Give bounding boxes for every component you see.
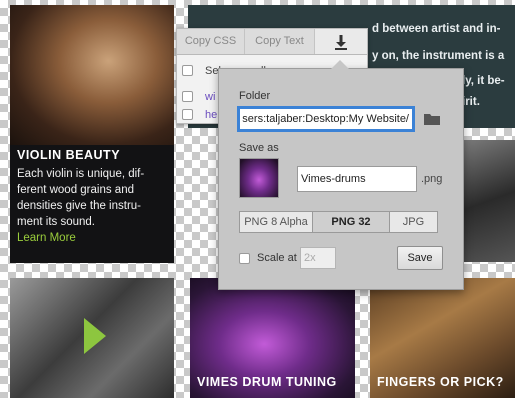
filename-field[interactable]: Vimes-drums [297,166,417,192]
drum-tuning-tile[interactable]: VIMES DRUM TUNING [190,278,355,398]
scale-label: Scale at [257,252,297,264]
violin-tile-title: VIOLIN BEAUTY [17,148,121,162]
save-as-label: Save as [239,142,279,154]
bass-guitar-tile[interactable] [10,278,174,398]
export-dialog: Folder sers:taljaber:Desktop:My Website/… [218,60,464,290]
save-button[interactable]: Save [397,246,443,270]
dialog-caret [331,60,349,69]
download-icon [335,35,347,50]
violin-photo [10,5,174,145]
scale-checkbox[interactable] [239,253,250,264]
fingers-or-pick-tile[interactable]: FINGERS OR PICK? [370,278,515,398]
copy-text-button[interactable]: Copy Text [245,29,315,54]
folder-label: Folder [239,90,271,102]
item-checkbox[interactable] [182,91,193,102]
format-jpg[interactable]: JPG [389,211,438,233]
folder-icon[interactable] [423,112,441,126]
article-line-2: y on, the instrument is a [372,50,505,62]
article-line-4: irit. [462,96,480,108]
image-thumbnail [239,158,279,198]
item-checkbox[interactable] [182,109,193,120]
article-line-1: d between artist and in- [372,23,501,35]
play-icon[interactable] [82,316,108,356]
format-png32[interactable]: PNG 32 [312,211,390,233]
article-line-3: ly, it be- [462,75,505,87]
export-button[interactable] [315,29,367,54]
format-png8-alpha[interactable]: PNG 8 Alpha [239,211,313,233]
violin-beauty-tile: VIOLIN BEAUTY Each violin is unique, dif… [10,5,174,263]
item-label: he [205,109,218,121]
scale-input[interactable]: 2x [300,247,336,269]
folder-path-field[interactable]: sers:taljaber:Desktop:My Website/ [239,108,413,130]
copy-css-button[interactable]: Copy CSS [177,29,245,54]
violin-closeup-photo [462,140,515,262]
drum-tile-title: VIMES DRUM TUNING [197,375,337,389]
select-all-checkbox[interactable] [182,65,193,76]
file-extension: .png [421,173,443,185]
violin-tile-body: Each violin is unique, dif- ferent wood … [17,168,145,228]
guitar-tile-title: FINGERS OR PICK? [377,375,504,389]
learn-more-link[interactable]: Learn More [17,232,76,244]
